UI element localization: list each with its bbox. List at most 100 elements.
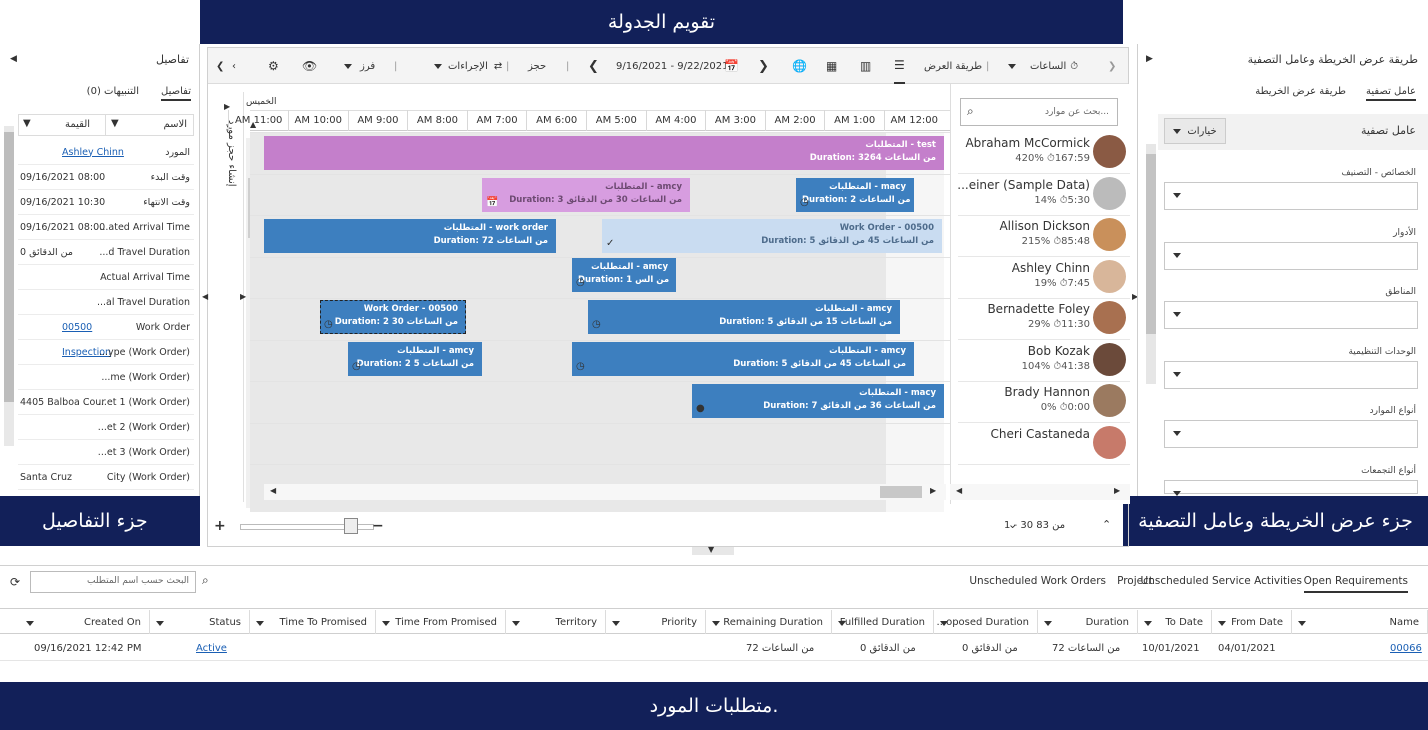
resource-row[interactable]: Ashley Chinn 19% ⏱7:45 bbox=[958, 257, 1130, 299]
column-header[interactable]: From Date bbox=[1212, 610, 1292, 634]
columns-view-icon[interactable]: ▥ bbox=[860, 48, 871, 84]
tab-alerts[interactable]: التنبيهات (0) bbox=[87, 86, 139, 97]
prev-week-icon[interactable]: ❮ bbox=[588, 48, 599, 84]
tab-unscheduled-service-activities[interactable]: Unscheduled Service Activities bbox=[1141, 575, 1302, 587]
booking-block[interactable]: المتطلبات - amcy Duration: 1 من الس ◷ bbox=[572, 258, 676, 292]
collapse-left-icon[interactable]: ◀ bbox=[10, 54, 17, 64]
chevron-down-icon[interactable] bbox=[26, 618, 34, 629]
resource-hscroll[interactable]: ◀ ▶ bbox=[950, 484, 1130, 500]
search-icon[interactable]: ⌕ bbox=[967, 104, 974, 119]
tab-map-view[interactable]: طريقة عرض الخريطة bbox=[1255, 86, 1346, 97]
zoom-in-icon[interactable]: + bbox=[214, 518, 226, 534]
chevron-down-icon[interactable] bbox=[1218, 618, 1226, 629]
next-week-icon[interactable]: ❯ bbox=[758, 48, 769, 84]
sort-value-icon[interactable]: ▼ bbox=[23, 118, 31, 129]
column-header[interactable]: Territory bbox=[506, 610, 606, 634]
tab-details[interactable]: تفاصيل bbox=[161, 86, 191, 101]
booking-block[interactable]: Work Order - 00500 Duration: 5 من الساعات… bbox=[602, 219, 942, 253]
resource-row[interactable]: Bob Kozak 104% ⏱41:38 bbox=[958, 340, 1130, 382]
resource-row[interactable]: Bernadette Foley 29% ⏱11:30 bbox=[958, 298, 1130, 340]
requirement-search-input[interactable]: البحث حسب اسم المتطلب bbox=[30, 571, 196, 593]
booking-block[interactable]: المتطلبات - test Duration: 3264 من الساعا… bbox=[264, 136, 944, 170]
chevron-down-icon[interactable] bbox=[256, 618, 264, 629]
booking-block[interactable]: المتطلبات - amcy Duration: 5 من الساعات 1… bbox=[588, 300, 900, 334]
column-header[interactable]: Created On bbox=[20, 610, 150, 634]
actions-dropdown[interactable]: الإجراءات ⇄ bbox=[434, 48, 502, 84]
booking-block[interactable]: المتطلبات - amcy Duration: 2 من الساعات 5… bbox=[348, 342, 482, 376]
grid-view-icon[interactable]: ▦ bbox=[826, 48, 837, 84]
column-header[interactable]: Fulfilled Duration bbox=[832, 610, 934, 634]
booking-block[interactable]: المتطلبات - macy Duration: 7 من الساعات 3… bbox=[692, 384, 944, 418]
zoom-out-icon[interactable]: − bbox=[372, 518, 384, 534]
collapse-icon[interactable]: ‹ bbox=[232, 48, 236, 84]
tab-filter[interactable]: عامل تصفية bbox=[1365, 86, 1416, 101]
resource-row[interactable]: ...einer (Sample Data) 14% ⏱5:30 bbox=[957, 174, 1130, 216]
filter-field-select[interactable] bbox=[1164, 301, 1418, 329]
column-header[interactable]: Time To Promised bbox=[250, 610, 376, 634]
column-header[interactable]: Duration bbox=[1038, 610, 1138, 634]
column-header[interactable]: Time From Promised bbox=[376, 610, 506, 634]
resource-row[interactable]: Cheri Castaneda bbox=[958, 423, 1130, 465]
column-header[interactable]: Status bbox=[150, 610, 250, 634]
sort-dropdown[interactable]: فرز bbox=[344, 48, 375, 84]
column-header[interactable]: To Date bbox=[1138, 610, 1212, 634]
chevron-down-icon[interactable] bbox=[838, 618, 846, 629]
options-button[interactable]: خيارات bbox=[1164, 118, 1226, 144]
refresh-icon[interactable]: ⟳ bbox=[10, 575, 20, 589]
search-icon[interactable]: ⌕ bbox=[202, 573, 209, 588]
chevron-down-icon[interactable] bbox=[512, 618, 520, 629]
booking-block[interactable]: المتطلبات - work order Duration: 72 من ال… bbox=[264, 219, 556, 253]
collapse-filter-icon[interactable]: ▶ bbox=[1146, 54, 1153, 64]
zoom-handle[interactable] bbox=[344, 518, 358, 534]
list-view-icon[interactable]: ☰ bbox=[894, 48, 905, 84]
eye-icon[interactable]: 👁 bbox=[302, 48, 317, 84]
date-range[interactable]: 9/16/2021 - 9/22/2021 bbox=[616, 48, 729, 84]
board-hscroll[interactable]: ◀ ▶ bbox=[264, 484, 946, 500]
details-scrollbar[interactable] bbox=[4, 126, 14, 446]
cell-status[interactable]: Active bbox=[196, 643, 227, 654]
column-header[interactable]: ...oposed Duration bbox=[934, 610, 1038, 634]
chevron-down-icon[interactable] bbox=[382, 618, 390, 629]
chevron-down-icon[interactable] bbox=[612, 618, 620, 629]
resource-row[interactable]: Brady Hannon 0% ⏱0:00 bbox=[958, 381, 1130, 423]
book-button[interactable]: حجز bbox=[528, 48, 546, 84]
resource-row[interactable]: Allison Dickson 215% ⏱85:48 bbox=[958, 215, 1130, 257]
booking-block[interactable]: Work Order - 00500 Duration: 2 من الساعات… bbox=[320, 300, 466, 334]
cell-name[interactable]: 00066 bbox=[1390, 643, 1422, 654]
chevron-down-icon[interactable] bbox=[1144, 618, 1152, 629]
calendar-icon[interactable]: 📅 bbox=[724, 48, 739, 84]
column-header[interactable]: Name bbox=[1292, 610, 1428, 634]
hours-dropdown[interactable]: الساعات ⏱ bbox=[1008, 48, 1078, 84]
booking-block[interactable]: المتطلبات - macy Duration: 2 من الساعات ◷ bbox=[796, 178, 914, 212]
tab-unscheduled-work-orders[interactable]: Unscheduled Work Orders bbox=[969, 575, 1106, 587]
chevron-down-icon[interactable] bbox=[1298, 618, 1306, 629]
filter-field-select[interactable] bbox=[1164, 241, 1418, 270]
tab-open-requirements[interactable]: Open Requirements bbox=[1303, 575, 1408, 593]
chevron-left-icon[interactable]: ❮ bbox=[216, 48, 224, 84]
filter-pane: ▶ طريقة عرض الخريطة وعامل التصفية عامل ت… bbox=[1137, 44, 1428, 496]
filter-field-select[interactable] bbox=[1164, 479, 1418, 496]
filter-scrollbar[interactable] bbox=[1146, 144, 1156, 384]
filter-field-select[interactable] bbox=[1164, 420, 1418, 448]
settings-icon[interactable]: ⚙ bbox=[268, 48, 279, 84]
left-pane-expand-icon[interactable]: ▶ bbox=[240, 292, 246, 301]
chevron-up-icon[interactable]: ⌃ bbox=[1102, 518, 1111, 531]
filter-field-select[interactable] bbox=[1164, 182, 1418, 210]
collapse-right-icon[interactable]: ❯ bbox=[1108, 48, 1116, 84]
globe-icon[interactable]: 🌐 bbox=[792, 48, 807, 84]
booking-block[interactable]: المتطلبات - amcy Duration: 3 من الساعات 3… bbox=[482, 178, 690, 212]
sort-name-icon[interactable]: ▼ bbox=[111, 118, 119, 129]
chevron-down-icon[interactable] bbox=[712, 618, 720, 629]
chevron-down-icon[interactable] bbox=[156, 618, 164, 629]
booking-block[interactable]: المتطلبات - amcy Duration: 5 من الساعات 4… bbox=[572, 342, 914, 376]
chevron-down-icon[interactable]: ⌄ bbox=[1008, 518, 1017, 531]
filter-field-select[interactable] bbox=[1164, 360, 1418, 389]
resource-search-input[interactable]: ⌕ بحث عن موارد... bbox=[960, 98, 1118, 126]
bottom-pane-toggle[interactable]: ▼ bbox=[692, 545, 734, 555]
column-header[interactable]: Remaining Duration bbox=[706, 610, 832, 634]
chevron-down-icon[interactable] bbox=[1044, 618, 1052, 629]
resource-row[interactable]: Abraham McCormick 420% ⏱167:59 bbox=[958, 132, 1130, 174]
left-pane-toggle-icon[interactable]: ◀ bbox=[202, 292, 208, 301]
chevron-down-icon[interactable] bbox=[940, 618, 948, 629]
column-header[interactable]: Priority bbox=[606, 610, 706, 634]
